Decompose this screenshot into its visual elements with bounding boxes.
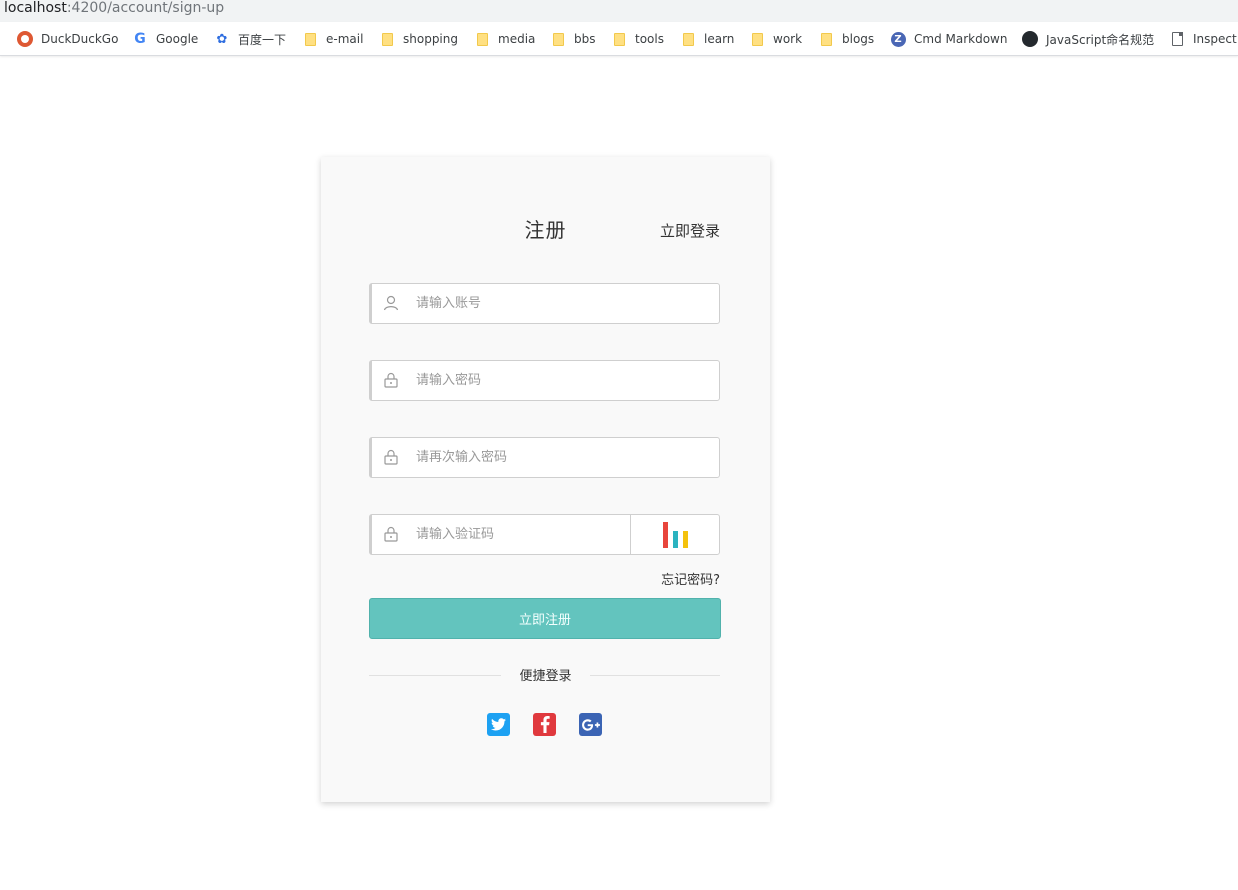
captcha-bar-teal [673, 531, 678, 548]
bookmark-label: DuckDuckGo [41, 32, 119, 46]
bookmark-cmd-markdown[interactable]: Z Cmd Markdown [890, 22, 1008, 55]
lock-icon [384, 372, 398, 388]
account-input[interactable] [416, 284, 686, 323]
password-field[interactable] [369, 360, 720, 401]
page-icon [1169, 31, 1185, 47]
duckduckgo-icon [17, 31, 33, 47]
bookmark-inspect[interactable]: Inspect [1169, 22, 1237, 55]
bookmark-folder-work[interactable]: work [749, 22, 803, 55]
bookmark-label: bbs [574, 32, 596, 46]
cmd-markdown-icon: Z [890, 31, 906, 47]
bookmark-folder-bbs[interactable]: bbs [550, 22, 596, 55]
folder-icon [550, 31, 566, 47]
bookmark-label: blogs [842, 32, 875, 46]
google-icon: G [134, 31, 146, 47]
google-plus-icon [581, 718, 600, 731]
bookmark-folder-blogs[interactable]: blogs [818, 22, 875, 55]
folder-icon [611, 31, 627, 47]
captcha-bar-yellow [683, 531, 688, 548]
url-path: :4200/account/sign-up [66, 0, 225, 16]
captcha-image[interactable] [630, 515, 719, 554]
bookmark-label: JavaScript命名规范 [1046, 32, 1155, 47]
lock-icon [384, 526, 398, 542]
github-icon [1022, 31, 1038, 47]
bookmark-folder-learn[interactable]: learn [680, 22, 735, 55]
twitter-icon [491, 718, 506, 731]
folder-icon [749, 31, 765, 47]
bookmark-label: e-mail [326, 32, 364, 46]
bookmark-label: 百度一下 [238, 32, 287, 47]
bookmark-duckduckgo[interactable]: DuckDuckGo [17, 22, 119, 55]
bookmark-folder-shopping[interactable]: shopping [379, 22, 458, 55]
captcha-bar-red [663, 522, 668, 548]
bookmark-label: media [498, 32, 536, 46]
bookmark-label: tools [635, 32, 664, 46]
captcha-field[interactable] [369, 514, 720, 555]
address-bar[interactable]: localhost:4200/account/sign-up [0, 0, 1238, 22]
bookmark-folder-tools[interactable]: tools [611, 22, 664, 55]
captcha-input[interactable] [416, 515, 626, 554]
bookmark-google[interactable]: G Google [132, 22, 199, 55]
lock-icon [384, 449, 398, 465]
bookmark-label: learn [704, 32, 735, 46]
folder-icon [818, 31, 834, 47]
password-input[interactable] [416, 361, 686, 400]
signup-button[interactable]: 立即注册 [369, 598, 721, 639]
bookmark-label: work [773, 32, 803, 46]
bookmark-javascript-naming[interactable]: JavaScript命名规范 [1022, 22, 1155, 55]
bookmark-label: Cmd Markdown [914, 32, 1008, 46]
bookmark-baidu[interactable]: ✿ 百度一下 [214, 22, 287, 55]
signup-card: 注册 立即登录 请输入账号 请输入验证码 忘记密码? 立即注册 便捷登录 [321, 157, 770, 802]
baidu-icon: ✿ [216, 31, 228, 47]
folder-icon [680, 31, 696, 47]
bookmark-label: shopping [403, 32, 458, 46]
bookmark-folder-email[interactable]: e-mail [302, 22, 364, 55]
quick-login-text: 便捷登录 [501, 669, 590, 684]
url-text[interactable]: localhost:4200/account/sign-up [4, 0, 224, 17]
folder-icon [379, 31, 395, 47]
folder-icon [474, 31, 490, 47]
account-field[interactable] [369, 283, 720, 324]
login-link[interactable]: 立即登录 [660, 220, 720, 241]
confirm-password-field[interactable] [369, 437, 720, 478]
twitter-login-button[interactable] [487, 713, 510, 736]
facebook-icon [540, 716, 550, 733]
bookmark-label: Google [156, 32, 199, 46]
bookmark-folder-media[interactable]: media [474, 22, 536, 55]
quick-login-label: 便捷登录 [321, 665, 770, 684]
bookmark-label: Inspect [1193, 32, 1237, 46]
folder-icon [302, 31, 318, 47]
forgot-password-link[interactable]: 忘记密码? [661, 569, 720, 588]
bookmarks-bar: DuckDuckGo G Google ✿ 百度一下 e-mail shopping… [0, 22, 1238, 56]
google-plus-login-button[interactable] [579, 713, 602, 736]
user-icon [383, 295, 399, 311]
url-host: localhost [4, 0, 67, 16]
confirm-password-input[interactable] [416, 438, 686, 477]
facebook-login-button[interactable] [533, 713, 556, 736]
